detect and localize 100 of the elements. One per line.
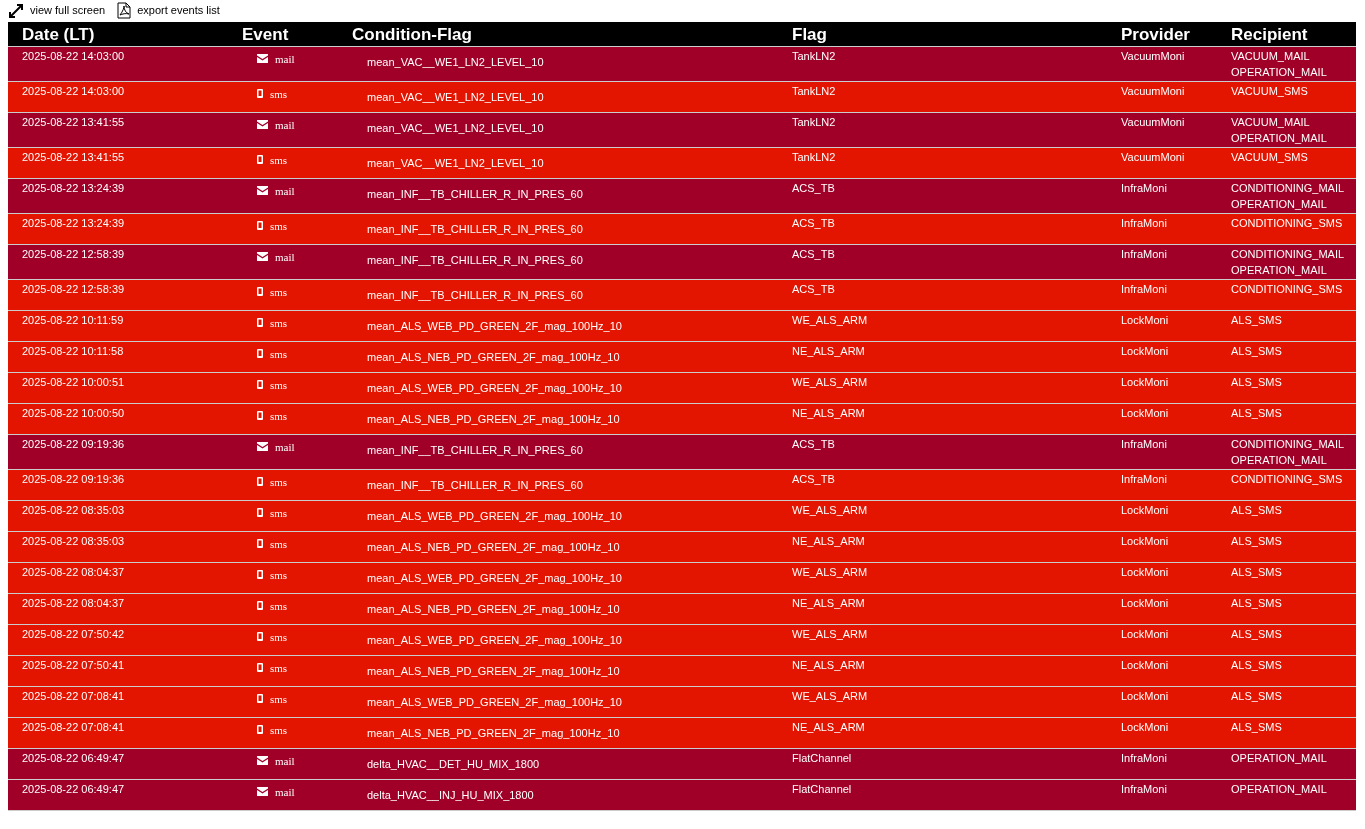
provider-cell-text: LockMoni [1120, 689, 1170, 704]
event-label: sms [270, 219, 288, 234]
condition-cell-text: mean_ALS_NEB_PD_GREEN_2F_mag_100Hz_10 [366, 726, 621, 741]
event-row[interactable]: 2025-08-22 10:00:51 sms mean_ALS_WEB_PD_GREEN_2F_mag_100Hz_10 WE_ALS_ARM LockMoni ALS_SMS [8, 373, 1356, 404]
phone-icon [257, 89, 263, 98]
event-row[interactable]: 2025-08-22 07:08:41 sms mean_ALS_NEB_PD_GREEN_2F_mag_100Hz_10 NE_ALS_ARM LockMoni ALS_SMS [8, 718, 1356, 749]
event-label: sms [270, 568, 288, 583]
event-label: sms [270, 599, 288, 614]
condition-cell-text: mean_VAC__WE1_LN2_LEVEL_10 [366, 121, 545, 136]
condition-cell-text: mean_VAC__WE1_LN2_LEVEL_10 [366, 90, 545, 105]
condition-cell-text: mean_INF__TB_CHILLER_R_IN_PRES_60 [366, 288, 584, 303]
export-link[interactable]: export events list [117, 2, 220, 19]
flag-cell-text: WE_ALS_ARM [791, 627, 869, 642]
provider-cell-text: LockMoni [1120, 503, 1170, 518]
phone-icon [257, 380, 263, 389]
event-label: sms [270, 506, 288, 521]
provider-cell-text: LockMoni [1120, 375, 1170, 390]
date-cell-text: 2025-08-22 07:50:41 [21, 658, 126, 673]
event-label: sms [270, 692, 288, 707]
fullscreen-link[interactable]: view full screen [8, 2, 106, 19]
envelope-icon [257, 120, 268, 129]
event-row[interactable]: 2025-08-22 06:49:47 mail delta_HVAC__INJ_HU_MIX_1800 FlatChannel InfraMoni OPERATION_MAIL [8, 780, 1356, 811]
event-label: mail [275, 52, 295, 67]
envelope-icon [257, 54, 268, 63]
provider-cell-text: InfraMoni [1120, 472, 1168, 487]
condition-cell-text: mean_ALS_WEB_PD_GREEN_2F_mag_100Hz_10 [366, 633, 623, 648]
event-row[interactable]: 2025-08-22 10:00:50 sms mean_ALS_NEB_PD_GREEN_2F_mag_100Hz_10 NE_ALS_ARM LockMoni ALS_SMS [8, 404, 1356, 435]
date-cell-text: 2025-08-22 10:11:59 [21, 313, 125, 328]
recipient-text: VACUUM_MAIL [1231, 49, 1311, 64]
event-label: sms [270, 630, 288, 645]
flag-cell-text: ACS_TB [791, 282, 836, 297]
event-row[interactable]: 2025-08-22 13:41:55 mail mean_VAC__WE1_LN2_LEVEL_10 TankLN2 VacuumMoni VACUUM_MAIL OPERATION_MAIL [8, 113, 1356, 148]
date-cell-text: 2025-08-22 08:35:03 [21, 503, 126, 518]
condition-cell-text: delta_HVAC__DET_HU_MIX_1800 [366, 757, 541, 772]
event-row[interactable]: 2025-08-22 10:11:58 sms mean_ALS_NEB_PD_GREEN_2F_mag_100Hz_10 NE_ALS_ARM LockMoni ALS_SMS [8, 342, 1356, 373]
date-cell-text: 2025-08-22 13:41:55 [21, 115, 126, 130]
recipient-text: OPERATION_MAIL [1231, 197, 1328, 212]
phone-icon [257, 287, 263, 296]
event-label: sms [270, 378, 288, 393]
flag-cell-text: WE_ALS_ARM [791, 375, 869, 390]
event-row[interactable]: 2025-08-22 07:50:42 sms mean_ALS_WEB_PD_GREEN_2F_mag_100Hz_10 WE_ALS_ARM LockMoni ALS_SMS [8, 625, 1356, 656]
recipient-text: VACUUM_SMS [1231, 84, 1309, 99]
event-label: mail [275, 118, 295, 133]
provider-cell-text: LockMoni [1120, 406, 1170, 421]
event-row[interactable]: 2025-08-22 14:03:00 mail mean_VAC__WE1_LN2_LEVEL_10 TankLN2 VacuumMoni VACUUM_MAIL OPERATION_MAIL [8, 47, 1356, 82]
date-cell-text: 2025-08-22 06:49:47 [21, 782, 126, 797]
recipient-text: ALS_SMS [1231, 503, 1283, 518]
event-label: mail [275, 250, 295, 265]
event-row[interactable]: 2025-08-22 06:49:47 mail delta_HVAC__DET_HU_MIX_1800 FlatChannel InfraMoni OPERATION_MAIL [8, 749, 1356, 780]
event-row[interactable]: 2025-08-22 13:24:39 sms mean_INF__TB_CHILLER_R_IN_PRES_60 ACS_TB InfraMoni CONDITIONING_SMS [8, 214, 1356, 245]
event-row[interactable]: 2025-08-22 09:19:36 mail mean_INF__TB_CHILLER_R_IN_PRES_60 ACS_TB InfraMoni CONDITIONING_MAIL OPERATION_MAIL [8, 435, 1356, 470]
recipient-text: CONDITIONING_SMS [1231, 472, 1344, 487]
flag-cell-text: ACS_TB [791, 181, 836, 196]
recipient-text: ALS_SMS [1231, 313, 1283, 328]
date-cell-text: 2025-08-22 12:58:39 [21, 247, 126, 262]
event-row[interactable]: 2025-08-22 07:08:41 sms mean_ALS_WEB_PD_GREEN_2F_mag_100Hz_10 WE_ALS_ARM LockMoni ALS_SMS [8, 687, 1356, 718]
envelope-icon [257, 756, 268, 765]
provider-cell-text: LockMoni [1120, 344, 1170, 359]
recipient-text: CONDITIONING_SMS [1231, 282, 1344, 297]
event-row[interactable]: 2025-08-22 08:04:37 sms mean_ALS_NEB_PD_GREEN_2F_mag_100Hz_10 NE_ALS_ARM LockMoni ALS_SMS [8, 594, 1356, 625]
event-row[interactable]: 2025-08-22 10:11:59 sms mean_ALS_WEB_PD_GREEN_2F_mag_100Hz_10 WE_ALS_ARM LockMoni ALS_SMS [8, 311, 1356, 342]
provider-cell-text: LockMoni [1120, 658, 1170, 673]
provider-cell-text: LockMoni [1120, 596, 1170, 611]
event-row[interactable]: 2025-08-22 14:03:00 sms mean_VAC__WE1_LN2_LEVEL_10 TankLN2 VacuumMoni VACUUM_SMS [8, 82, 1356, 113]
phone-icon [257, 318, 263, 327]
event-row[interactable]: 2025-08-22 07:50:41 sms mean_ALS_NEB_PD_GREEN_2F_mag_100Hz_10 NE_ALS_ARM LockMoni ALS_SMS [8, 656, 1356, 687]
event-row[interactable]: 2025-08-22 13:24:39 mail mean_INF__TB_CHILLER_R_IN_PRES_60 ACS_TB InfraMoni CONDITIONING_MAIL OPERATION_MAIL [8, 179, 1356, 214]
date-cell-text: 2025-08-22 08:04:37 [21, 596, 126, 611]
condition-cell-text: mean_INF__TB_CHILLER_R_IN_PRES_60 [366, 222, 584, 237]
date-cell-text: 2025-08-22 09:19:36 [21, 472, 126, 487]
event-row[interactable]: 2025-08-22 08:35:03 sms mean_ALS_NEB_PD_GREEN_2F_mag_100Hz_10 NE_ALS_ARM LockMoni ALS_SMS [8, 532, 1356, 563]
condition-cell-text: mean_ALS_WEB_PD_GREEN_2F_mag_100Hz_10 [366, 509, 623, 524]
date-cell-text: 2025-08-22 07:50:42 [21, 627, 126, 642]
flag-cell-text: TankLN2 [791, 115, 837, 130]
date-cell-text: 2025-08-22 10:00:50 [21, 406, 126, 421]
event-row[interactable]: 2025-08-22 08:04:37 sms mean_ALS_WEB_PD_GREEN_2F_mag_100Hz_10 WE_ALS_ARM LockMoni ALS_SMS [8, 563, 1356, 594]
event-row[interactable]: 2025-08-22 12:58:39 sms mean_INF__TB_CHILLER_R_IN_PRES_60 ACS_TB InfraMoni CONDITIONING_SMS [8, 280, 1356, 311]
condition-cell-text: mean_ALS_WEB_PD_GREEN_2F_mag_100Hz_10 [366, 319, 623, 334]
envelope-icon [257, 442, 268, 451]
phone-icon [257, 632, 263, 641]
event-label: sms [270, 661, 288, 676]
event-row[interactable]: 2025-08-22 12:58:39 mail mean_INF__TB_CHILLER_R_IN_PRES_60 ACS_TB InfraMoni CONDITIONING_MAIL OPERATION_MAIL [8, 245, 1356, 280]
event-row[interactable]: 2025-08-22 13:41:55 sms mean_VAC__WE1_LN2_LEVEL_10 TankLN2 VacuumMoni VACUUM_SMS [8, 148, 1356, 179]
link-label: view full screen [30, 3, 106, 19]
column-header: Provider [1120, 24, 1191, 46]
recipient-text: CONDITIONING_MAIL [1231, 437, 1346, 452]
phone-icon [257, 725, 263, 734]
event-row[interactable]: 2025-08-22 08:35:03 sms mean_ALS_WEB_PD_GREEN_2F_mag_100Hz_10 WE_ALS_ARM LockMoni ALS_SMS [8, 501, 1356, 532]
recipient-text: ALS_SMS [1231, 534, 1283, 549]
condition-cell-text: mean_INF__TB_CHILLER_R_IN_PRES_60 [366, 478, 584, 493]
phone-icon [257, 349, 263, 358]
recipient-text: ALS_SMS [1231, 596, 1283, 611]
flag-cell-text: ACS_TB [791, 216, 836, 231]
recipient-text: CONDITIONING_SMS [1231, 216, 1344, 231]
phone-icon [257, 663, 263, 672]
envelope-icon [257, 252, 268, 261]
event-row[interactable]: 2025-08-22 09:19:36 sms mean_INF__TB_CHILLER_R_IN_PRES_60 ACS_TB InfraMoni CONDITIONING_SMS [8, 470, 1356, 501]
condition-cell-text: mean_ALS_NEB_PD_GREEN_2F_mag_100Hz_10 [366, 412, 621, 427]
provider-cell-text: InfraMoni [1120, 216, 1168, 231]
condition-cell-text: mean_INF__TB_CHILLER_R_IN_PRES_60 [366, 443, 584, 458]
